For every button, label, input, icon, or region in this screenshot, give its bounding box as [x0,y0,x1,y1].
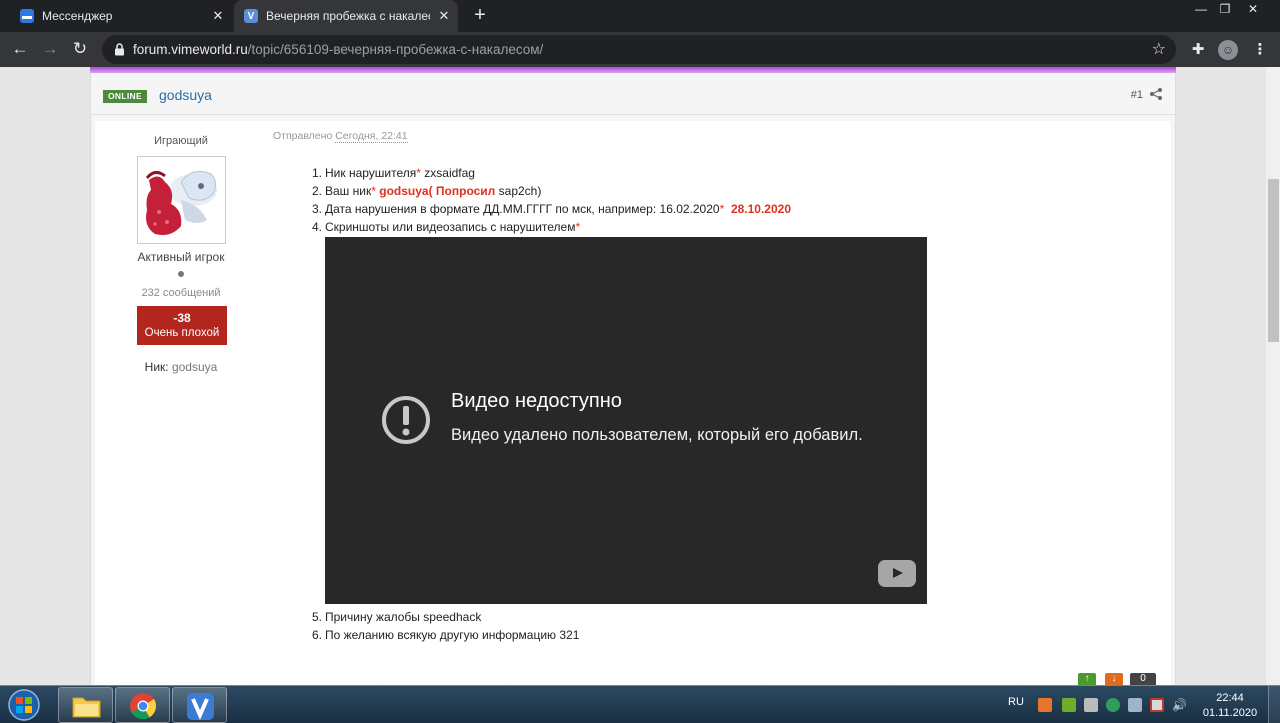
back-button[interactable]: ← [8,38,32,62]
tray-network-tool-icon[interactable] [1084,698,1098,712]
scrollbar-thumb[interactable] [1268,179,1279,342]
user-avatar[interactable] [137,156,226,244]
avatar-image [145,170,217,235]
nvidia-icon[interactable] [1062,698,1076,712]
extensions-puzzle-icon[interactable]: ✚ [1188,40,1208,60]
lock-icon [115,43,124,56]
vote-score: 0 [1130,673,1156,685]
menu-dots-icon[interactable]: ⋮ [1250,40,1270,60]
folder-icon [72,697,101,718]
user-role: Играющий [154,135,208,147]
post-number-link[interactable]: #1 [1131,89,1143,101]
list-item: 6. По желанию всякую другую информацию 32… [312,628,580,642]
close-window-button[interactable]: ✕ [1238,0,1268,18]
list-item: 3. Дата нарушения в формате ДД.ММ.ГГГГ по… [312,202,791,216]
vote-down-button[interactable]: ↓ [1105,673,1123,685]
forum-post: ONLINE godsuya #1 Играющий Активный игро… [90,73,1176,685]
new-tab-button[interactable]: + [468,4,492,28]
taskbar-chrome[interactable] [115,687,170,723]
vimeworld-app-icon [187,693,214,720]
nick-value: godsuya [171,360,218,374]
reputation-value: -38 [173,311,191,325]
shield-icon[interactable] [1106,698,1120,712]
page-scrollbar[interactable] [1265,67,1280,685]
url-path: /topic/656109-вечерняя-пробежка-с-накале… [247,42,544,57]
list-item: 5. Причину жалобы speedhack [312,610,482,624]
user-rank: Активный игрок [137,250,225,264]
tab-title: Мессенджер [42,9,113,23]
report-list: 1. Ник нарушителя* zxsaidfag 2. Ваш ник* g… [312,164,1012,644]
browser-toolbar: ← → ↻ forum.vimeworld.ru/topic/656109-ве… [0,32,1280,67]
action-center-icon[interactable] [1150,698,1164,712]
alert-icon [382,396,430,444]
clock-date: 01.11.2020 [1202,707,1258,719]
reload-button[interactable]: ↻ [68,38,92,62]
sent-time: Сегодня, 22:41 [335,130,408,143]
clock-time: 22:44 [1216,692,1244,704]
url-text[interactable]: forum.vimeworld.ru/topic/656109-вечерняя… [133,42,543,57]
post-body: Играющий Активный игрок 232 сообщений -3… [95,121,1171,685]
taskbar-vimeworld[interactable] [172,687,227,723]
tab-forum-topic[interactable]: V Вечерняя пробежка с накалесом ✕ [234,0,458,32]
video-embed-item: Видео недоступно Видео удалено пользоват… [312,237,1012,604]
share-icon[interactable] [1149,87,1163,101]
volume-icon[interactable]: 🔊 [1172,698,1187,712]
network-icon[interactable] [1128,698,1142,712]
forward-button[interactable]: → [38,38,62,62]
url-host: forum.vimeworld.ru [133,42,248,57]
video-unavailable-message: Видео удалено пользователем, который его… [451,426,863,444]
tab-messenger[interactable]: ▬ Мессенджер ✕ [12,0,232,32]
post-header: ONLINE godsuya #1 [91,73,1175,115]
list-item: 4. Скриншоты или видеозапись с нарушителе… [312,220,581,234]
show-desktop-button[interactable] [1268,686,1280,723]
forum-page: ONLINE godsuya #1 Играющий Активный игро… [0,67,1280,685]
close-tab-icon[interactable]: ✕ [210,8,226,24]
messenger-icon: ▬ [20,9,34,23]
reputation-label: Очень плохой [144,327,220,339]
post-date: Отправлено Сегодня, 22:41 [273,130,408,143]
bookmark-star-icon[interactable]: ☆ [1152,39,1166,59]
post-author-link[interactable]: godsuya [159,87,212,103]
online-badge: ONLINE [103,90,147,103]
vimeworld-icon: V [244,9,258,23]
system-clock[interactable]: 22:44 01.11.2020 [1200,691,1260,721]
reputation-badge: -38 Очень плохой [137,306,227,345]
video-unavailable-title: Видео недоступно [451,390,622,412]
video-player[interactable]: Видео недоступно Видео удалено пользоват… [325,237,927,604]
game-nick: Ник: godsuya [95,360,267,374]
list-item: 2. Ваш ник* godsuya( Попросил sap2ch) [312,184,542,198]
chrome-icon [130,693,157,720]
close-tab-icon[interactable]: ✕ [436,8,452,24]
browser-tab-strip: ▬ Мессенджер ✕ V Вечерняя пробежка с нак… [0,0,1280,32]
tab-title: Вечерняя пробежка с накалесом [266,9,430,23]
tray-app-icon[interactable] [1038,698,1052,712]
list-item: 1. Ник нарушителя* zxsaidfag [312,166,475,180]
address-bar[interactable]: forum.vimeworld.ru/topic/656109-вечерняя… [102,35,1176,64]
post-count: 232 сообщений [141,287,221,299]
profile-avatar-icon[interactable]: ☺ [1218,40,1238,60]
taskbar-explorer[interactable] [58,687,113,723]
nick-label: Ник: [144,360,169,374]
start-button[interactable] [4,687,44,723]
vote-up-button[interactable]: ↑ [1078,673,1096,685]
language-indicator[interactable]: RU [1008,696,1024,708]
youtube-logo-icon[interactable] [878,560,916,587]
rank-pip [178,271,184,277]
sent-label: Отправлено [273,130,333,142]
windows-taskbar: RU 🔊 22:44 01.11.2020 [0,685,1280,723]
maximize-button[interactable]: ❐ [1210,0,1240,18]
